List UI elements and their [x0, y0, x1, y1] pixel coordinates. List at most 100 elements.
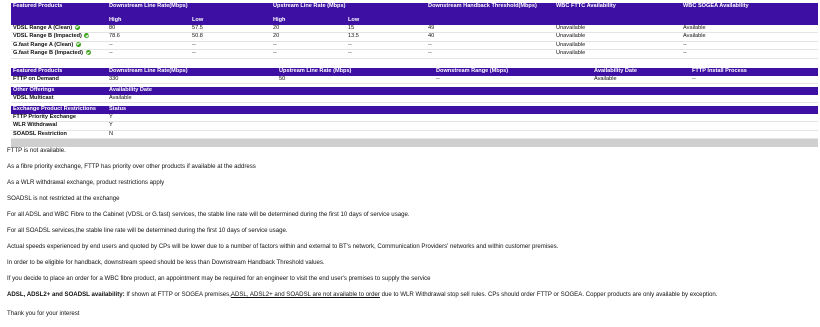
page: Featured Products Downstream Line Rate(M…: [0, 0, 820, 327]
note-adsl-text-a: If shown at FTTP or SOGEA premises,: [124, 291, 231, 298]
product-name: G.fast Range A (Clean): [13, 41, 74, 48]
note-fttp-unavailable: FTTP is not available.: [7, 147, 66, 154]
cell-fttc: Unavailable: [554, 41, 682, 50]
table-row: FTTP on Demand 330 50 -- Available --: [11, 75, 818, 84]
note-stable-rate-adsl: For all ADSL and WBC Fibre to the Cabine…: [7, 211, 410, 218]
fttp-header-row: Featured Products Downstream Line Rate(M…: [11, 68, 818, 76]
subheader-up-low: Low: [346, 17, 427, 25]
note-soadsl: SOADSL is not restricted at the exchange: [7, 195, 120, 202]
fttp-header-product: Featured Products: [11, 68, 107, 76]
fttp-table: Featured Products Downstream Line Rate(M…: [11, 68, 818, 84]
fttp-header-downstream: Downstream Line Rate(Mbps): [107, 68, 277, 76]
table-row: FTTP Priority Exchange Y: [11, 113, 818, 122]
table-row: VDSL Range A (Clean) 80 57.5 20 15 49 Un…: [11, 24, 819, 33]
subheader-down-high: High: [107, 17, 190, 25]
cell-fttc: Unavailable: [554, 24, 682, 33]
cell-fttc: Unavailable: [554, 49, 682, 59]
table-row: SOADSL Restriction N: [11, 130, 818, 139]
cell-down-low: 57.5: [190, 24, 272, 33]
cell-down-high: 80: [107, 24, 190, 33]
note-appointment: If you decide to place an order for a WB…: [7, 275, 431, 282]
fttp-header-date: Availability Date: [592, 68, 690, 76]
product-name: VDSL Range B (Impacted): [13, 33, 82, 39]
restrictions-header-name: Exchange Product Restrictions: [11, 106, 107, 114]
cell-up-high: --: [271, 49, 347, 59]
check-icon: [84, 33, 90, 39]
fttp-downstream: 330: [107, 75, 277, 84]
products-subheader-row: High Low High Low: [11, 17, 819, 25]
fttp-header-process: FTTP Install Process: [690, 68, 818, 76]
other-header-name: Other Offerings: [11, 87, 107, 95]
cell-sogea: Available: [681, 32, 819, 42]
other-offerings-table: Other Offerings Availability Date VDSL M…: [11, 87, 818, 103]
cell-up-low: --: [346, 41, 427, 50]
cell-handback: --: [426, 41, 555, 50]
note-adsl-availability: ADSL, ADSL2+ and SOADSL availability: If…: [7, 291, 717, 298]
cell-up-high: --: [271, 41, 347, 50]
cell-sogea: --: [681, 49, 819, 59]
check-icon: [85, 50, 91, 56]
restriction-name: SOADSL Restriction: [11, 130, 107, 139]
header-downstream: Downstream Line Rate(Mbps): [107, 3, 272, 17]
restrictions-header-row: Exchange Product Restrictions Status: [11, 106, 818, 114]
cell-down-low: 50.8: [190, 32, 272, 42]
restriction-status: Y: [107, 121, 818, 131]
fttp-header-upstream: Upstream Line Rate (Mbps): [277, 68, 434, 76]
header-fttc: WBC FTTC Availability: [554, 3, 682, 17]
other-name: VDSL Multicast: [11, 94, 107, 103]
note-actual-speeds: Actual speeds experienced by end users a…: [7, 243, 559, 250]
fttp-upstream: 50: [277, 75, 434, 84]
header-sogea: WBC SOGEA Availability: [681, 3, 819, 17]
note-thank-you: Thank you for your interest: [7, 310, 80, 317]
other-header-date: Availability Date: [107, 87, 818, 95]
cell-sogea: --: [681, 41, 819, 50]
restriction-status: N: [107, 130, 818, 139]
restrictions-header-status: Status: [107, 106, 818, 114]
other-date: Available: [107, 94, 818, 103]
restriction-status: Y: [107, 113, 818, 122]
subheader-down-low: Low: [190, 17, 272, 25]
cell-down-high: 78.6: [107, 32, 190, 42]
cell-up-high: 20: [271, 24, 347, 33]
cell-sogea: Available: [681, 24, 819, 33]
other-header-row: Other Offerings Availability Date: [11, 87, 818, 95]
table-row: G.fast Range A (Clean) -- -- -- -- -- Un…: [11, 41, 819, 50]
note-fibre-priority: As a fibre priority exchange, FTTP has p…: [7, 163, 256, 170]
cell-fttc: Unavailable: [554, 32, 682, 42]
fttp-header-range: Downstream Range (Mbps): [434, 68, 592, 76]
table-footer-bar: [11, 138, 818, 147]
fttp-range: --: [434, 75, 592, 84]
cell-handback: 49: [426, 24, 555, 33]
cell-up-high: 20: [271, 32, 347, 42]
restriction-name: WLR Withdrawal: [11, 121, 107, 131]
fttp-date: Available: [592, 75, 690, 84]
cell-down-low: --: [190, 49, 272, 59]
cell-up-low: 13.5: [346, 32, 427, 42]
table-row: VDSL Range B (Impacted) 78.6 50.8 20 13.…: [11, 32, 819, 42]
note-stable-rate-soadsl: For all SOADSL services,the stable line …: [7, 227, 288, 234]
note-adsl-heading: ADSL, ADSL2+ and SOADSL availability:: [7, 291, 125, 298]
cell-up-low: 15: [346, 24, 427, 33]
cell-handback: --: [426, 49, 555, 59]
check-icon: [74, 24, 80, 30]
note-handback: In order to be eligible for handback, do…: [7, 259, 325, 266]
cell-handback: 40: [426, 32, 555, 42]
featured-products-table: Featured Products Downstream Line Rate(M…: [11, 3, 819, 59]
header-handback: Downstream Handback Threshold(Mbps): [426, 3, 555, 17]
header-upstream: Upstream Line Rate (Mbps): [271, 3, 427, 17]
table-row: VDSL Multicast Available: [11, 94, 818, 103]
check-icon: [75, 41, 81, 47]
table-row: G.fast Range B (Impacted) -- -- -- -- --…: [11, 49, 819, 59]
header-featured-products: Featured Products: [11, 3, 107, 17]
subheader-up-high: High: [271, 17, 347, 25]
note-wlr-withdrawal: As a WLR withdrawal exchange, product re…: [7, 179, 165, 186]
product-name: G.fast Range B (Impacted): [13, 50, 83, 56]
fttp-product-name: FTTP on Demand: [11, 75, 107, 84]
note-adsl-text-b: due to WLR Withdrawal stop sell rules. C…: [379, 291, 718, 298]
cell-up-low: --: [346, 49, 427, 59]
table-row: WLR Withdrawal Y: [11, 121, 818, 131]
products-header-row: Featured Products Downstream Line Rate(M…: [11, 3, 819, 17]
product-name: VDSL Range A (Clean): [13, 24, 73, 31]
note-adsl-underlined: ADSL, ADSL2+ and SOADSL are not availabl…: [230, 291, 380, 298]
fttp-process: --: [690, 75, 818, 84]
